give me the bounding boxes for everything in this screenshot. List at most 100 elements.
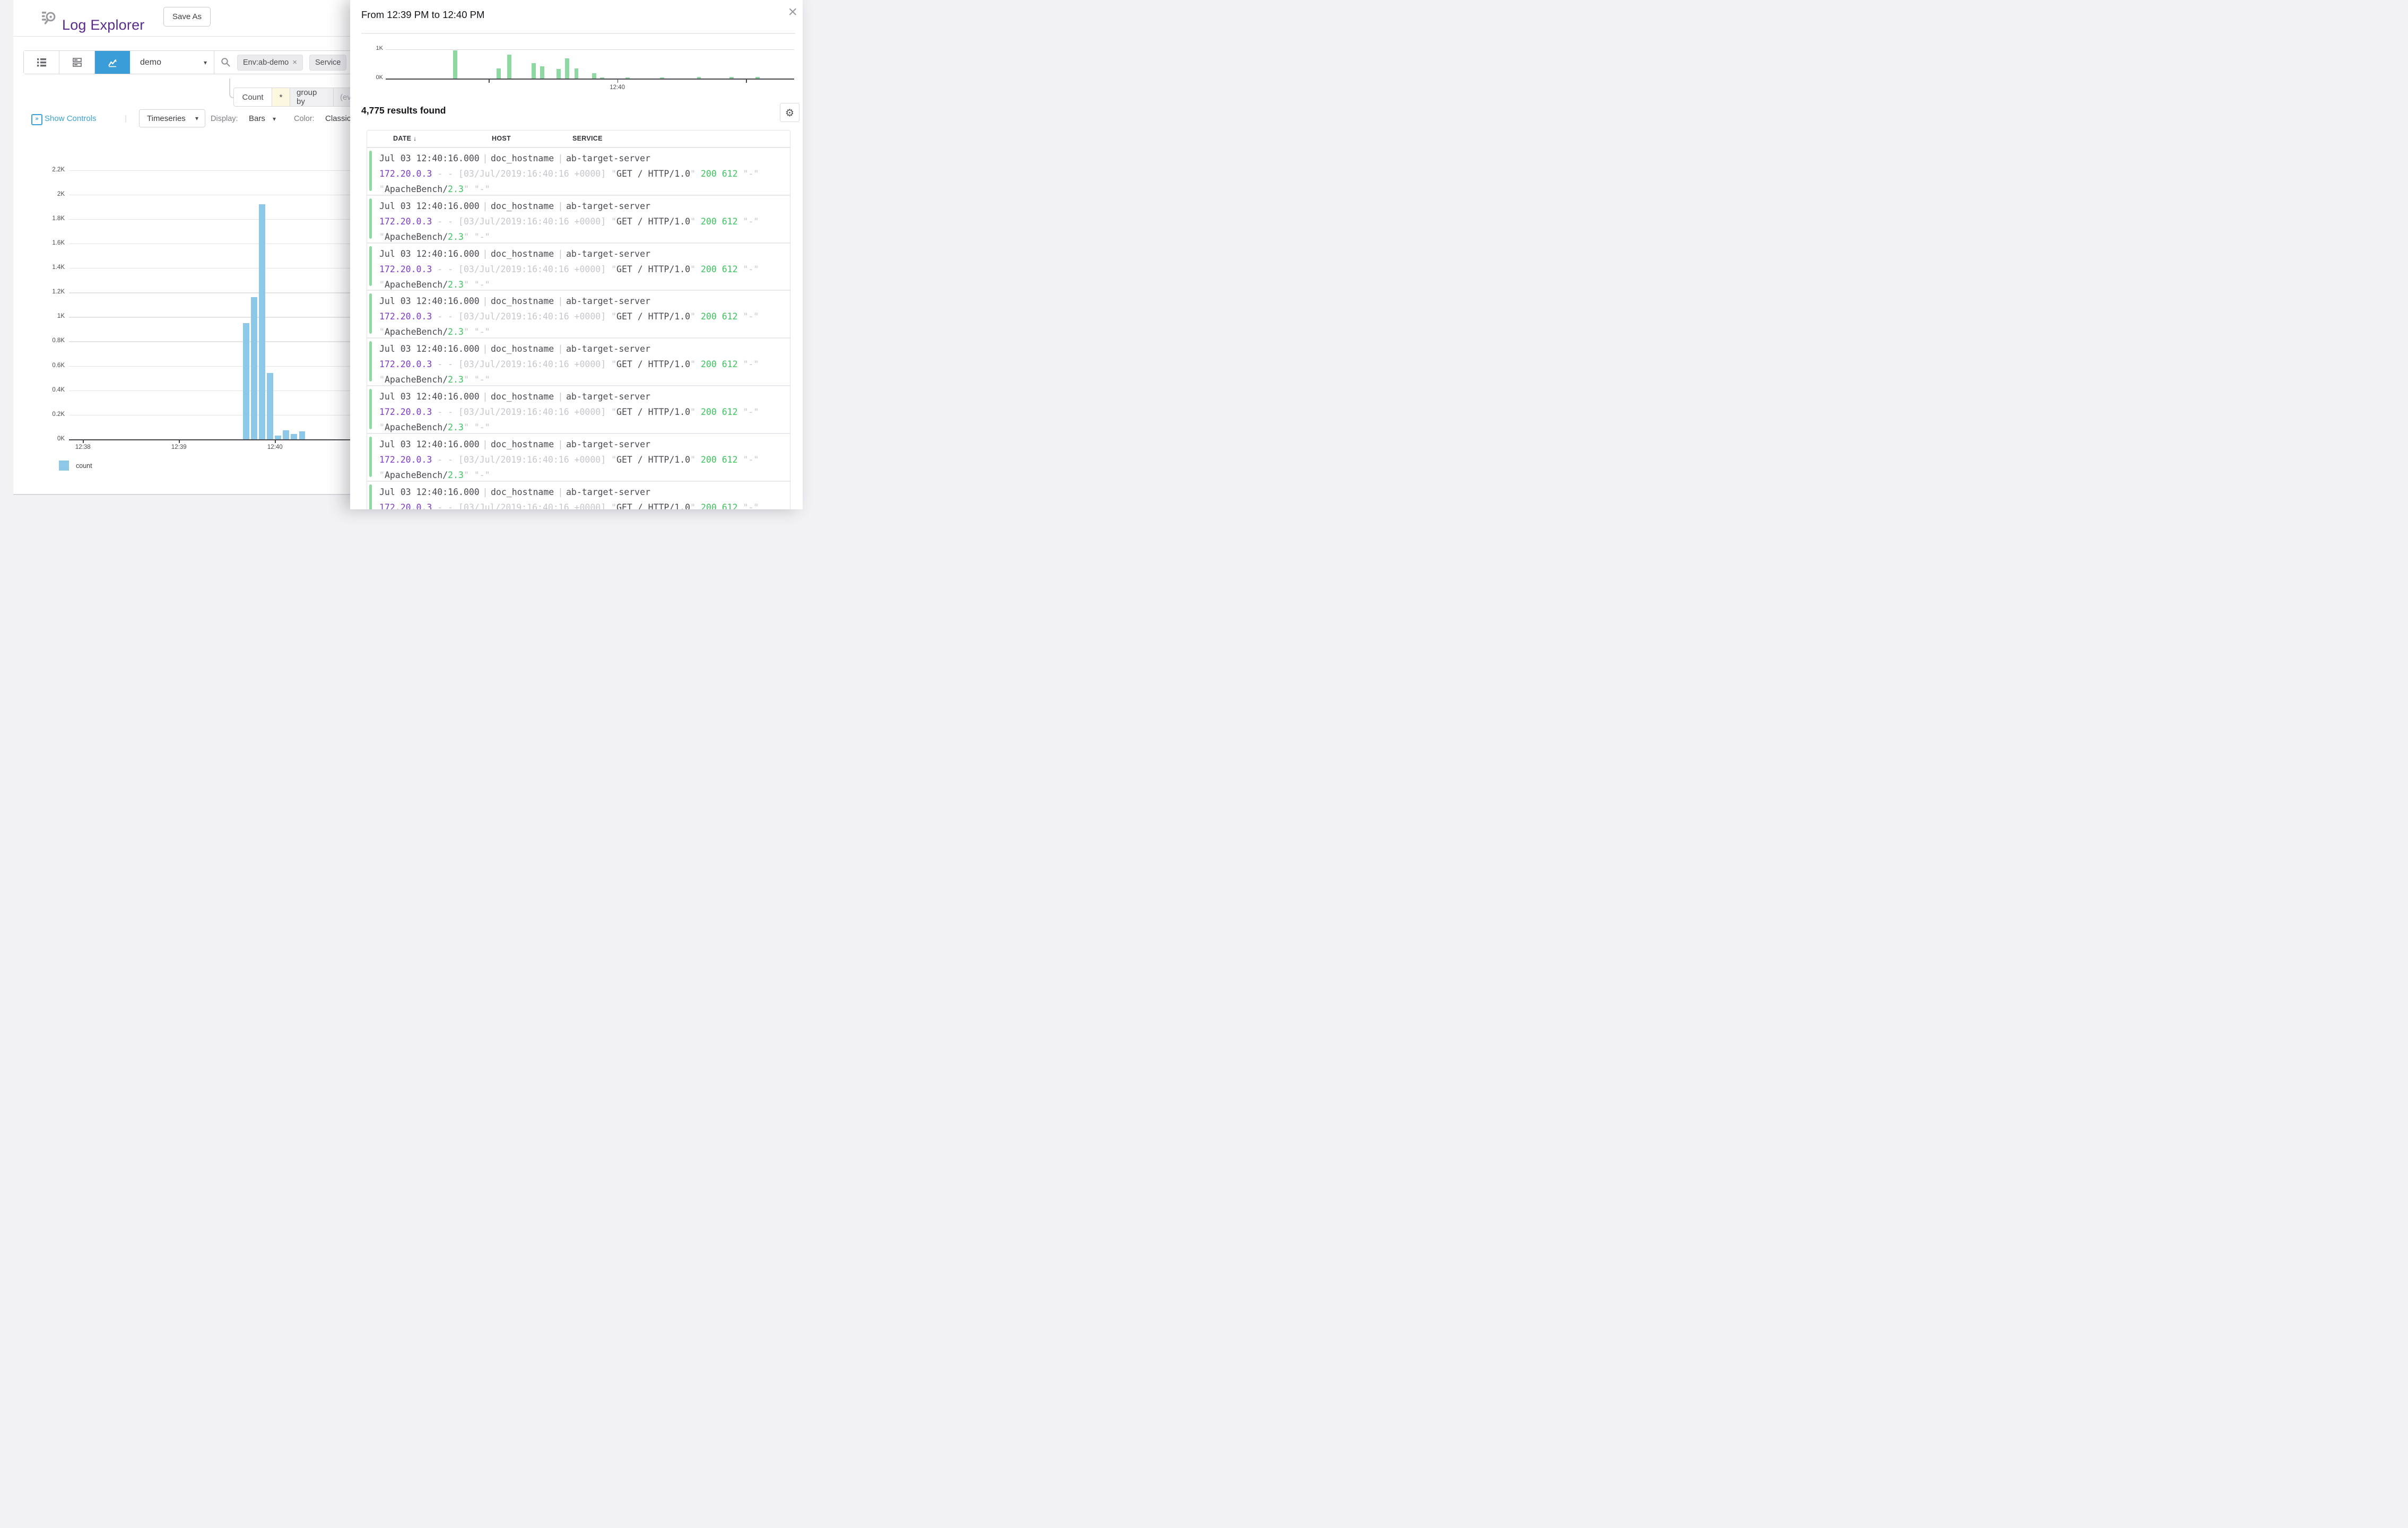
detail-view-button[interactable]: [59, 51, 95, 74]
log-client-ip: 172.20.0.3: [379, 311, 432, 322]
log-service: ab-target-server: [566, 389, 650, 404]
log-row[interactable]: Jul 03 12:40:16.000|doc_hostname|ab-targ…: [367, 244, 790, 291]
log-http-request: GET / HTTP/1.0: [616, 311, 690, 322]
y-gridline: [386, 49, 794, 50]
column-header-host[interactable]: HOST: [492, 135, 511, 142]
log-line-summary: Jul 03 12:40:16.000|doc_hostname|ab-targ…: [379, 389, 788, 404]
log-user-agent-version: 2.3: [448, 422, 464, 432]
table-header-row: DATE ↓ HOST SERVICE: [367, 131, 790, 148]
log-line-summary: Jul 03 12:40:16.000|doc_hostname|ab-targ…: [379, 437, 788, 452]
log-line-user-agent: "ApacheBench/2.3" "-": [379, 181, 788, 197]
log-user-agent: ApacheBench/: [385, 327, 448, 337]
count-bar: [251, 297, 257, 439]
log-line-request: 172.20.0.3 - - [03/Jul/2019:16:40:16 +00…: [379, 404, 788, 420]
count-bar: [453, 50, 457, 79]
y-gridline: [69, 292, 350, 293]
log-row[interactable]: Jul 03 12:40:16.000|doc_hostname|ab-targ…: [367, 291, 790, 338]
log-host: doc_hostname: [491, 389, 555, 404]
timeseries-view-icon: [108, 58, 117, 67]
log-row[interactable]: Jul 03 12:40:16.000|doc_hostname|ab-targ…: [367, 196, 790, 244]
display-value-dropdown[interactable]: Bars: [249, 111, 265, 127]
color-value-dropdown[interactable]: Classic: [325, 111, 351, 127]
y-axis-label: 1.6K: [44, 240, 65, 246]
column-header-date[interactable]: DATE ↓: [393, 135, 416, 142]
display-label: Display:: [211, 111, 238, 127]
log-date: Jul 03 12:40:16.000: [379, 198, 480, 214]
show-controls-button[interactable]: Show Controls: [45, 111, 97, 127]
results-count: 4,775 results found: [361, 105, 446, 116]
filter-pill-env[interactable]: Env:ab-demo ×: [237, 55, 303, 71]
list-view-button[interactable]: [24, 51, 59, 74]
log-user-agent: ApacheBench/: [385, 422, 448, 432]
count-bar: [259, 204, 265, 439]
x-axis-tick: [275, 440, 276, 443]
log-status-bytes: 200 612: [701, 169, 738, 179]
log-host: doc_hostname: [491, 151, 555, 166]
y-axis-label: 2.2K: [44, 167, 65, 173]
x-axis-label: 12:40: [605, 84, 630, 91]
log-http-request: GET / HTTP/1.0: [616, 264, 690, 274]
count-bar: [291, 434, 297, 439]
sort-descending-icon: ↓: [413, 135, 416, 142]
filter-pill-service[interactable]: Service: [309, 55, 346, 71]
log-status-bytes: 200 612: [701, 216, 738, 227]
y-gridline: [69, 390, 350, 391]
status-indicator-bar: [369, 246, 372, 286]
log-http-request: GET / HTTP/1.0: [616, 407, 690, 417]
log-client-ip: 172.20.0.3: [379, 455, 432, 465]
chevron-down-icon: ▾: [195, 115, 198, 121]
count-bar: [497, 68, 501, 79]
count-bar: [625, 77, 630, 79]
log-row[interactable]: Jul 03 12:40:16.000|doc_hostname|ab-targ…: [367, 386, 790, 434]
log-service: ab-target-server: [566, 198, 650, 214]
column-header-service[interactable]: SERVICE: [572, 135, 603, 142]
log-line-request: 172.20.0.3 - - [03/Jul/2019:16:40:16 +00…: [379, 166, 788, 181]
log-user-agent: ApacheBench/: [385, 232, 448, 242]
log-row[interactable]: Jul 03 12:40:16.000|doc_hostname|ab-targ…: [367, 148, 790, 196]
main-timeseries-chart[interactable]: 0K0.2K0.4K0.6K0.8K1K1.2K1.4K1.6K1.8K2K2.…: [13, 132, 363, 472]
timeseries-view-button[interactable]: [95, 51, 130, 74]
count-bar: [755, 77, 760, 79]
chevron-down-icon[interactable]: ▾: [273, 111, 276, 127]
measure-select[interactable]: Count: [234, 88, 272, 106]
remove-filter-icon[interactable]: ×: [292, 58, 297, 67]
measure-star-field[interactable]: *: [272, 88, 290, 106]
count-bar: [267, 373, 273, 439]
log-status-bytes: 200 612: [701, 502, 738, 509]
panel-divider: [361, 33, 795, 34]
list-view-icon: [37, 58, 46, 67]
visualization-dropdown[interactable]: Timeseries ▾: [139, 109, 205, 127]
log-service: ab-target-server: [566, 484, 650, 500]
status-indicator-bar: [369, 341, 372, 381]
x-axis-tick: [489, 80, 490, 83]
log-date: Jul 03 12:40:16.000: [379, 246, 480, 262]
log-line-request: 172.20.0.3 - - [03/Jul/2019:16:40:16 +00…: [379, 309, 788, 324]
y-axis-label: 0.8K: [44, 337, 65, 344]
close-icon[interactable]: ×: [788, 4, 797, 20]
count-bar: [243, 323, 249, 439]
status-indicator-bar: [369, 484, 372, 509]
log-line-request: 172.20.0.3 - - [03/Jul/2019:16:40:16 +00…: [379, 214, 788, 229]
log-row[interactable]: Jul 03 12:40:16.000|doc_hostname|ab-targ…: [367, 482, 790, 509]
log-line-summary: Jul 03 12:40:16.000|doc_hostname|ab-targ…: [379, 293, 788, 309]
x-axis-label: 12:38: [71, 444, 94, 450]
status-indicator-bar: [369, 437, 372, 477]
saved-view-label: demo: [140, 58, 161, 67]
table-settings-button[interactable]: ⚙: [780, 103, 799, 122]
count-bar: [299, 431, 306, 439]
log-row[interactable]: Jul 03 12:40:16.000|doc_hostname|ab-targ…: [367, 338, 790, 386]
log-host: doc_hostname: [491, 246, 555, 262]
y-axis-label: 1.8K: [44, 215, 65, 222]
count-bar: [729, 77, 734, 79]
detail-histogram-chart[interactable]: 1K0K12:40: [371, 39, 801, 93]
log-date: Jul 03 12:40:16.000: [379, 484, 480, 500]
log-row[interactable]: Jul 03 12:40:16.000|doc_hostname|ab-targ…: [367, 434, 790, 482]
controls-divider: |: [125, 111, 127, 127]
y-gridline: [69, 219, 350, 220]
save-as-button[interactable]: Save As: [163, 7, 211, 27]
log-user-agent-version: 2.3: [448, 232, 464, 242]
saved-view-dropdown[interactable]: demo ▾: [130, 51, 214, 74]
count-bar: [283, 430, 289, 439]
log-line-request: 172.20.0.3 - - [03/Jul/2019:16:40:16 +00…: [379, 452, 788, 467]
log-line-user-agent: "ApacheBench/2.3" "-": [379, 372, 788, 387]
